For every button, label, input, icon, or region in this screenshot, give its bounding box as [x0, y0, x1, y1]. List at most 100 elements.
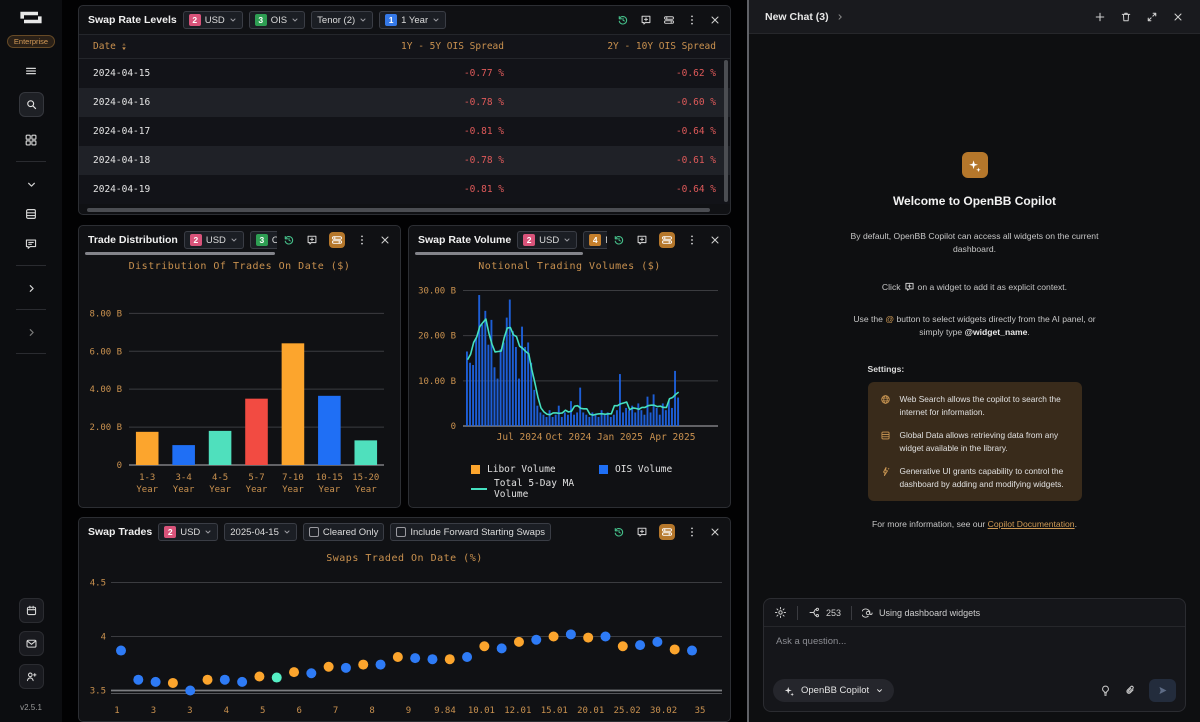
view-toggle-icon[interactable] — [329, 232, 345, 248]
refresh-icon[interactable] — [283, 234, 295, 246]
svg-text:4-5Year: 4-5Year — [209, 473, 231, 495]
attach-file-icon[interactable] — [1124, 684, 1137, 697]
view-toggle-icon[interactable] — [659, 232, 675, 248]
input-right-actions — [1099, 679, 1176, 702]
add-context-icon[interactable] — [636, 526, 648, 538]
chevron-right-secondary-icon[interactable] — [25, 326, 38, 339]
bar-chart[interactable]: 02.00 B4.00 B6.00 B8.00 B1-3Year3-4Year4… — [79, 278, 400, 507]
close-widget-icon[interactable] — [709, 234, 721, 246]
add-context-icon[interactable] — [640, 14, 652, 26]
widget-params: 2 USD 3 OIS Tenor (2) 1 1 Year — [183, 11, 611, 29]
reasoning-icon[interactable] — [1099, 684, 1112, 697]
view-toggle-icon[interactable] — [663, 14, 675, 26]
delete-chat-icon[interactable] — [1120, 11, 1132, 23]
param-dropdown-currency[interactable]: 2 USD — [184, 231, 244, 249]
svg-text:8.00 B: 8.00 B — [89, 309, 122, 319]
sidebar-divider — [16, 161, 46, 162]
column-header-date[interactable]: Date — [93, 41, 273, 52]
param-dropdown-type[interactable]: 3 OIS — [249, 11, 305, 29]
param-dropdown-currency[interactable]: 2 USD — [517, 231, 577, 249]
menu-icon[interactable] — [24, 64, 38, 78]
param-dropdown-type[interactable]: 3 OIS — [250, 231, 277, 249]
close-widget-icon[interactable] — [379, 234, 391, 246]
refresh-icon[interactable] — [617, 14, 629, 26]
legend-item-ma[interactable]: Total 5-Day MA Volume — [471, 478, 599, 500]
chevron-right-icon[interactable] — [835, 12, 845, 22]
param-dropdown-date[interactable]: 2025-04-15 — [224, 523, 297, 541]
checkbox-icon — [309, 527, 319, 537]
chat-title[interactable]: New Chat (3) — [765, 11, 829, 23]
chat-icon[interactable] — [24, 237, 38, 251]
copilot-documentation-link[interactable]: Copilot Documentation — [988, 519, 1075, 529]
legend-item-ois[interactable]: OIS Volume — [599, 464, 730, 475]
expand-panel-icon[interactable] — [1146, 11, 1158, 23]
svg-text:8: 8 — [369, 706, 374, 716]
copilot-header: New Chat (3) — [749, 0, 1200, 34]
param-dropdown-currency[interactable]: 2 USD — [183, 11, 243, 29]
add-context-icon[interactable] — [636, 234, 648, 246]
sort-icon — [120, 42, 128, 51]
widget-title: Trade Distribution — [88, 234, 178, 246]
widget-title: Swap Trades — [88, 526, 152, 538]
new-chat-icon[interactable] — [1094, 11, 1106, 23]
column-header-1y5y[interactable]: 1Y - 5Y OIS Spread — [273, 41, 504, 52]
param-dropdown-tenor[interactable]: Tenor (2) — [311, 11, 373, 29]
more-options-icon[interactable] — [686, 526, 698, 538]
more-options-icon[interactable] — [356, 234, 368, 246]
widget-title: Swap Rate Volume — [418, 234, 511, 246]
invite-user-button[interactable] — [19, 664, 44, 689]
refresh-icon[interactable] — [613, 234, 625, 246]
widget-actions — [613, 524, 721, 540]
svg-text:3.5: 3.5 — [90, 687, 106, 697]
settings-info-box: Web Search allows the copilot to search … — [868, 382, 1082, 501]
add-context-icon[interactable] — [306, 234, 318, 246]
scatter-chart[interactable]: 4.543.51334567899.8410.0112.0115.0120.01… — [79, 570, 730, 722]
vertical-scrollbar[interactable] — [724, 60, 728, 202]
more-options-icon[interactable] — [686, 14, 698, 26]
copilot-settings-icon[interactable] — [774, 606, 787, 619]
search-button[interactable] — [19, 92, 44, 117]
send-button[interactable] — [1149, 679, 1176, 702]
column-header-2y10y[interactable]: 2Y - 10Y OIS Spread — [504, 41, 716, 52]
close-widget-icon[interactable] — [709, 14, 721, 26]
mention-widgets-button[interactable]: Using dashboard widgets — [862, 607, 980, 619]
checkbox-forward-starting[interactable]: Include Forward Starting Swaps — [390, 523, 551, 541]
param-dropdown-currency[interactable]: 2 USD — [158, 523, 218, 541]
svg-text:7-10Year: 7-10Year — [282, 473, 304, 495]
params-scrollbar[interactable] — [415, 252, 583, 255]
close-panel-icon[interactable] — [1172, 11, 1184, 23]
params-scrollbar[interactable] — [85, 252, 275, 255]
refresh-icon[interactable] — [613, 526, 625, 538]
close-widget-icon[interactable] — [709, 526, 721, 538]
checkbox-cleared-only[interactable]: Cleared Only — [303, 523, 384, 541]
copilot-header-actions — [1094, 11, 1184, 23]
svg-text:30.00 B: 30.00 B — [418, 287, 456, 297]
chevron-down-icon[interactable] — [25, 178, 38, 191]
svg-text:30.02: 30.02 — [650, 706, 677, 716]
view-toggle-icon[interactable] — [659, 524, 675, 540]
legend-item-libor[interactable]: Libor Volume — [471, 464, 599, 475]
svg-text:12.01: 12.01 — [504, 706, 531, 716]
calendar-button[interactable] — [19, 598, 44, 623]
param-dropdown-term[interactable]: 1 1 Year — [379, 11, 446, 29]
param-dropdown-notional[interactable]: 4 Notional — [583, 231, 607, 249]
table-row[interactable]: 2024-04-15 -0.77 % -0.62 % — [79, 59, 730, 88]
table-row[interactable]: 2024-04-18 -0.78 % -0.61 % — [79, 146, 730, 175]
model-selector[interactable]: OpenBB Copilot — [773, 679, 894, 702]
widgets-library-icon[interactable] — [24, 207, 38, 221]
horizontal-scrollbar[interactable] — [87, 208, 710, 212]
volume-chart[interactable]: 010.00 B20.00 B30.00 BJul 2024Oct 2024Ja… — [409, 278, 730, 462]
chart-title: Distribution Of Trades On Date ($) — [79, 254, 400, 278]
table-row[interactable]: 2024-04-19 -0.81 % -0.64 % — [79, 175, 730, 204]
table-row[interactable]: 2024-04-17 -0.81 % -0.64 % — [79, 117, 730, 146]
context-tokens-indicator[interactable]: 253 — [808, 606, 841, 619]
enterprise-badge: Enterprise — [7, 35, 55, 48]
param-label: Tenor (2) — [317, 15, 355, 26]
chevron-right-icon[interactable] — [25, 282, 38, 295]
table-row[interactable]: 2024-04-16 -0.78 % -0.60 % — [79, 88, 730, 117]
question-input[interactable]: Ask a question... — [764, 627, 1185, 679]
widget-title: Swap Rate Levels — [88, 14, 177, 26]
more-options-icon[interactable] — [686, 234, 698, 246]
apps-grid-icon[interactable] — [24, 133, 38, 147]
mail-button[interactable] — [19, 631, 44, 656]
